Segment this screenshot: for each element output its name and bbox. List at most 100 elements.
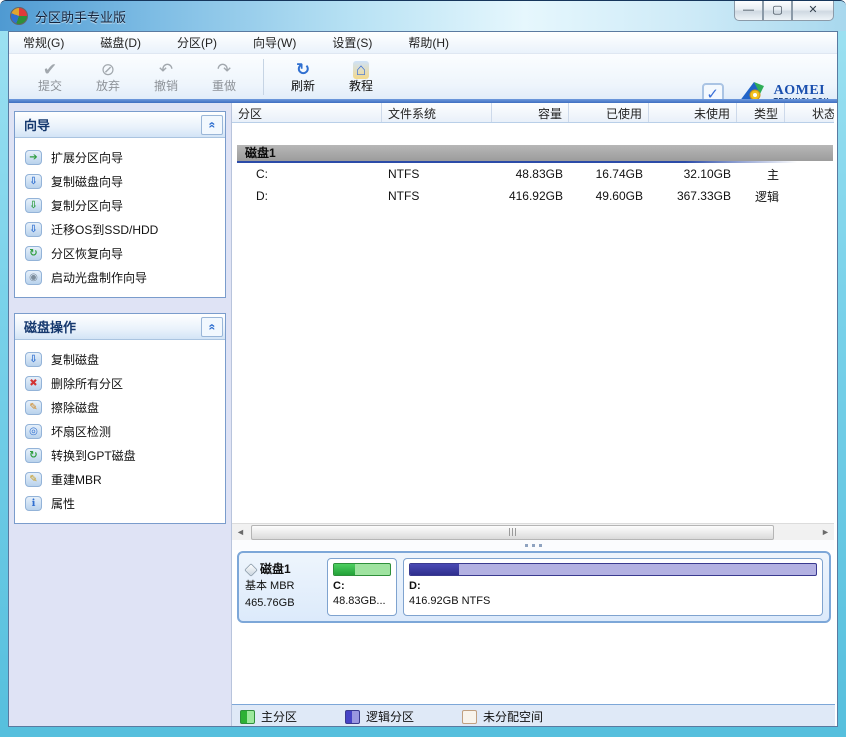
disk-operations-panel-title: 磁盘操作 <box>24 317 76 336</box>
pane-splitter[interactable] <box>232 540 834 550</box>
rebuild-mbr-icon: ✎ <box>25 472 42 487</box>
redo-button[interactable]: ↷ 重做 <box>195 56 253 98</box>
table-header: 分区 文件系统 容量 已使用 未使用 类型 状态 <box>232 103 834 123</box>
legend-logical: 逻辑分区 <box>345 708 414 725</box>
toolbar-separator <box>263 59 264 95</box>
copy-disk-icon: ⇩ <box>25 352 42 367</box>
disk-operations-panel-header: 磁盘操作 « <box>15 314 225 340</box>
usage-bar-c <box>333 563 391 576</box>
usage-bar-d <box>409 563 817 576</box>
wizards-panel-title: 向导 <box>24 115 50 134</box>
partition-recovery-icon: ↻ <box>25 246 42 261</box>
sidebar: 向导 « ➔ 扩展分区向导 ⇩ 复制磁盘向导 ⇩ <box>9 103 232 727</box>
sidebar-item-copy-partition-wizard[interactable]: ⇩ 复制分区向导 <box>25 193 221 217</box>
menu-bar: 常规(G) 磁盘(D) 分区(P) 向导(W) 设置(S) 帮助(H) <box>9 32 838 54</box>
app-window: 分区助手专业版 — ▢ ✕ 常规(G) 磁盘(D) 分区(P) 向导(W) 设置… <box>0 0 846 737</box>
collapse-button[interactable]: « <box>201 317 223 337</box>
refresh-icon: ↻ <box>296 61 310 79</box>
menu-help[interactable]: 帮助(H) <box>402 32 455 53</box>
titlebar: 分区助手专业版 — ▢ ✕ <box>0 1 846 31</box>
disk-type: 基本 MBR <box>245 578 321 595</box>
disk-group-header[interactable]: 磁盘1 <box>237 145 833 161</box>
table-body: 磁盘1 C: NTFS 48.83GB 16.74GB 32.10GB 主 系统 <box>232 145 834 523</box>
wizards-panel: 向导 « ➔ 扩展分区向导 ⇩ 复制磁盘向导 ⇩ <box>14 111 226 298</box>
extend-partition-icon: ➔ <box>25 150 42 165</box>
copy-partition-icon: ⇩ <box>25 198 42 213</box>
discard-button[interactable]: ⊘ 放弃 <box>79 56 137 98</box>
main-area: 分区 文件系统 容量 已使用 未使用 类型 状态 磁盘1 C: NTFS <box>232 103 838 727</box>
close-button[interactable]: ✕ <box>792 1 834 21</box>
legend-unallocated: 未分配空间 <box>462 708 543 725</box>
disk-size: 465.76GB <box>245 595 321 612</box>
scrollbar-thumb[interactable] <box>251 525 774 540</box>
column-filesystem[interactable]: 文件系统 <box>382 103 492 122</box>
sidebar-item-bad-sector-test[interactable]: ◎ 坏扇区检测 <box>25 419 221 443</box>
menu-wizard[interactable]: 向导(W) <box>247 32 302 53</box>
sidebar-item-rebuild-mbr[interactable]: ✎ 重建MBR <box>25 467 221 491</box>
wipe-disk-icon: ✎ <box>25 400 42 415</box>
tutorial-button[interactable]: ⌂ 教程 <box>332 56 390 98</box>
minimize-button[interactable]: — <box>734 1 763 21</box>
refresh-button[interactable]: ↻ 刷新 <box>274 56 332 98</box>
migrate-os-icon: ⇩ <box>25 222 42 237</box>
disk-name: 磁盘1 <box>260 561 291 578</box>
scroll-right-icon[interactable]: ► <box>817 524 834 541</box>
wizards-panel-header: 向导 « <box>15 112 225 138</box>
sidebar-item-properties[interactable]: ℹ 属性 <box>25 491 221 515</box>
partition-block-d[interactable]: D: 416.92GB NTFS <box>403 558 823 616</box>
app-frame: 常规(G) 磁盘(D) 分区(P) 向导(W) 设置(S) 帮助(H) ✔ 提交… <box>8 31 838 727</box>
discard-icon: ⊘ <box>101 61 115 79</box>
disk-map-panel: 磁盘1 基本 MBR 465.76GB C: 48.83GB... <box>237 551 831 623</box>
menu-partition[interactable]: 分区(P) <box>171 32 223 53</box>
redo-icon: ↷ <box>217 61 231 79</box>
column-used[interactable]: 已使用 <box>569 103 649 122</box>
column-status[interactable]: 状态 <box>785 103 834 122</box>
sidebar-item-bootable-cd-wizard[interactable]: ◉ 启动光盘制作向导 <box>25 265 221 289</box>
menu-general[interactable]: 常规(G) <box>17 32 70 53</box>
partition-table: 分区 文件系统 容量 已使用 未使用 类型 状态 磁盘1 C: NTFS <box>232 103 834 523</box>
sidebar-item-wipe-disk[interactable]: ✎ 擦除磁盘 <box>25 395 221 419</box>
column-type[interactable]: 类型 <box>737 103 785 122</box>
disk-operations-panel: 磁盘操作 « ⇩ 复制磁盘 ✖ 删除所有分区 ✎ <box>14 313 226 524</box>
brand-name: AOMEI <box>774 84 829 98</box>
partition-block-c[interactable]: C: 48.83GB... <box>327 558 397 616</box>
primary-partition-swatch <box>240 710 255 724</box>
menu-settings[interactable]: 设置(S) <box>326 32 378 53</box>
tutorial-icon: ⌂ <box>353 61 369 79</box>
window-controls: — ▢ ✕ <box>734 1 834 21</box>
sidebar-item-copy-disk-wizard[interactable]: ⇩ 复制磁盘向导 <box>25 169 221 193</box>
app-icon <box>10 7 28 25</box>
sidebar-item-migrate-os[interactable]: ⇩ 迁移OS到SSD/HDD <box>25 217 221 241</box>
horizontal-scrollbar[interactable]: ◄ ► <box>232 523 834 540</box>
window-title: 分区助手专业版 <box>35 7 126 26</box>
chevron-up-icon: « <box>203 121 221 128</box>
sidebar-item-convert-to-gpt[interactable]: ↻ 转换到GPT磁盘 <box>25 443 221 467</box>
column-partition[interactable]: 分区 <box>232 103 382 122</box>
chevron-up-icon: « <box>203 323 221 330</box>
undo-button[interactable]: ↶ 撤销 <box>137 56 195 98</box>
column-unused[interactable]: 未使用 <box>649 103 737 122</box>
table-row-c[interactable]: C: NTFS 48.83GB 16.74GB 32.10GB 主 系统 <box>232 163 834 185</box>
sidebar-item-partition-recovery-wizard[interactable]: ↻ 分区恢复向导 <box>25 241 221 265</box>
table-row-d[interactable]: D: NTFS 416.92GB 49.60GB 367.33GB 逻辑 无 <box>232 185 834 207</box>
toolbar: ✔ 提交 ⊘ 放弃 ↶ 撤销 ↷ 重做 ↻ 刷新 ⌂ 教程 <box>9 54 838 99</box>
apply-button[interactable]: ✔ 提交 <box>21 56 79 98</box>
info-icon: ℹ <box>25 496 42 511</box>
legend-primary: 主分区 <box>240 708 297 725</box>
unallocated-space-swatch <box>462 710 477 724</box>
sidebar-item-delete-all-partitions[interactable]: ✖ 删除所有分区 <box>25 371 221 395</box>
column-capacity[interactable]: 容量 <box>492 103 569 122</box>
check-icon: ✔ <box>43 61 57 79</box>
bootable-cd-icon: ◉ <box>25 270 42 285</box>
scroll-left-icon[interactable]: ◄ <box>232 524 249 541</box>
delete-all-icon: ✖ <box>25 376 42 391</box>
collapse-button[interactable]: « <box>201 115 223 135</box>
convert-gpt-icon: ↻ <box>25 448 42 463</box>
disk-info[interactable]: 磁盘1 基本 MBR 465.76GB <box>245 558 321 616</box>
sidebar-item-copy-disk[interactable]: ⇩ 复制磁盘 <box>25 347 221 371</box>
magnifier-icon: ◎ <box>25 424 42 439</box>
logical-partition-swatch <box>345 710 360 724</box>
maximize-button[interactable]: ▢ <box>763 1 792 21</box>
sidebar-item-extend-partition-wizard[interactable]: ➔ 扩展分区向导 <box>25 145 221 169</box>
menu-disk[interactable]: 磁盘(D) <box>94 32 147 53</box>
